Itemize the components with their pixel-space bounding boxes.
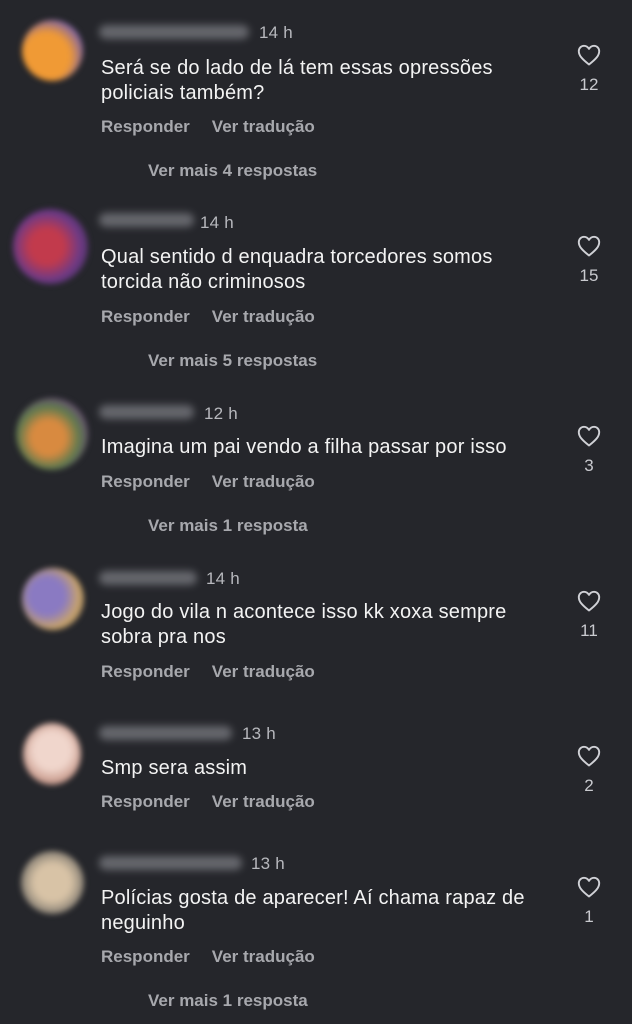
comment-time: 13 h <box>251 854 285 873</box>
like-button[interactable]: 15 <box>569 235 609 286</box>
comment-text: Imagina um pai vendo a filha passar por … <box>101 436 507 458</box>
comment-time: 14 h <box>259 23 293 42</box>
reply-button[interactable]: Responder <box>101 117 190 137</box>
like-button[interactable]: 12 <box>569 44 609 95</box>
comment-actions: Responder Ver tradução <box>101 792 315 812</box>
username-blurred[interactable] <box>99 405 194 419</box>
reply-button[interactable]: Responder <box>101 307 190 327</box>
comment-item: 14 h Jogo do vila n acontece isso kk xox… <box>0 560 632 710</box>
translate-button[interactable]: Ver tradução <box>212 472 315 492</box>
username-blurred[interactable] <box>99 25 249 39</box>
avatar[interactable] <box>21 851 84 914</box>
reply-button[interactable]: Responder <box>101 472 190 492</box>
comment-item: 13 h Polícias gosta de aparecer! Aí cham… <box>0 840 632 1024</box>
like-count: 3 <box>584 456 594 475</box>
username-blurred[interactable] <box>99 726 232 740</box>
comment-item: 14 h Será se do lado de lá tem essas opr… <box>0 0 632 200</box>
comment-time: 14 h <box>206 569 240 588</box>
like-button[interactable]: 3 <box>569 425 609 476</box>
reply-button[interactable]: Responder <box>101 947 190 967</box>
heart-outline-icon <box>577 425 601 447</box>
like-count: 11 <box>580 621 598 640</box>
comment-time: 12 h <box>204 404 238 423</box>
username-blurred[interactable] <box>99 856 242 870</box>
heart-outline-icon <box>577 235 601 257</box>
translate-button[interactable]: Ver tradução <box>212 792 315 812</box>
like-button[interactable]: 2 <box>569 745 609 796</box>
avatar[interactable] <box>13 209 88 284</box>
translate-button[interactable]: Ver tradução <box>212 662 315 682</box>
translate-button[interactable]: Ver tradução <box>212 947 315 967</box>
view-more-replies[interactable]: Ver mais 5 respostas <box>148 351 317 371</box>
translate-button[interactable]: Ver tradução <box>212 117 315 137</box>
comment-text: Polícias gosta de aparecer! Aí chama rap… <box>101 887 525 934</box>
username-blurred[interactable] <box>99 571 197 585</box>
comment-item: 13 h Smp sera assim Responder Ver traduçã… <box>0 710 632 840</box>
comment-time: 13 h <box>242 724 276 743</box>
comment-actions: Responder Ver tradução <box>101 307 315 327</box>
reply-button[interactable]: Responder <box>101 662 190 682</box>
comment-time: 14 h <box>200 213 234 232</box>
like-count: 1 <box>584 907 594 926</box>
like-count: 2 <box>584 776 594 795</box>
avatar[interactable] <box>16 398 88 470</box>
avatar[interactable] <box>23 723 81 785</box>
like-button[interactable]: 11 <box>569 590 609 641</box>
heart-outline-icon <box>577 745 601 767</box>
comment-text: Jogo do vila n acontece isso kk xoxa sem… <box>101 601 507 648</box>
heart-outline-icon <box>577 590 601 612</box>
comment-text: Smp sera assim <box>101 757 248 779</box>
like-button[interactable]: 1 <box>569 876 609 927</box>
comment-actions: Responder Ver tradução <box>101 117 315 137</box>
comment-text: Será se do lado de lá tem essas opressõe… <box>101 57 493 104</box>
translate-button[interactable]: Ver tradução <box>212 307 315 327</box>
reply-button[interactable]: Responder <box>101 792 190 812</box>
view-more-replies[interactable]: Ver mais 4 respostas <box>148 161 317 181</box>
comment-actions: Responder Ver tradução <box>101 472 315 492</box>
username-blurred[interactable] <box>99 213 194 227</box>
comment-actions: Responder Ver tradução <box>101 947 315 967</box>
comment-item: 14 h Qual sentido d enquadra torcedores … <box>0 200 632 390</box>
like-count: 15 <box>579 266 599 285</box>
like-count: 12 <box>579 75 599 94</box>
view-more-replies[interactable]: Ver mais 1 resposta <box>148 516 308 536</box>
comment-text: Qual sentido d enquadra torcedores somos… <box>101 246 493 293</box>
comment-actions: Responder Ver tradução <box>101 662 315 682</box>
avatar[interactable] <box>22 568 84 630</box>
view-more-replies[interactable]: Ver mais 1 resposta <box>148 991 308 1011</box>
heart-outline-icon <box>577 44 601 66</box>
heart-outline-icon <box>577 876 601 898</box>
comment-item: 12 h Imagina um pai vendo a filha passar… <box>0 390 632 560</box>
avatar[interactable] <box>22 20 83 81</box>
